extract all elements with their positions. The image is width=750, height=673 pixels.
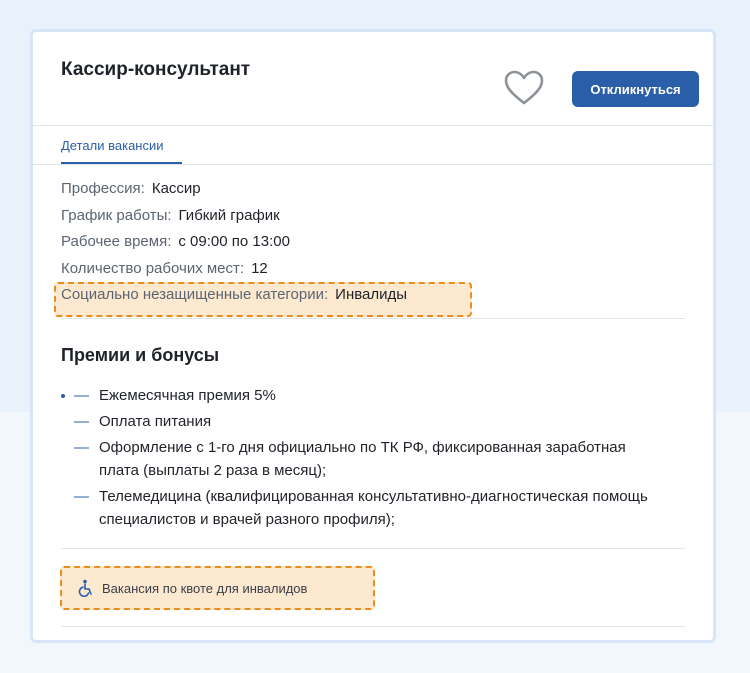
bonuses-heading: Премии и бонусы (61, 345, 220, 365)
detail-label: Рабочее время: (61, 233, 172, 250)
quota-badge-label: Вакансия по квоте для инвалидов (102, 580, 308, 596)
dash-marker: — (74, 387, 89, 404)
dash-marker: — (74, 413, 89, 430)
vacancy-card: Кассир-консультант Откликнуться Детали в… (30, 29, 716, 643)
wheelchair-icon (78, 579, 92, 597)
detail-row-positions: Количество рабочих мест: 12 (61, 260, 407, 287)
header-divider (33, 125, 713, 126)
bonus-text: Телемедицина (квалифицированная консульт… (99, 488, 648, 528)
detail-value: Кассир (151, 180, 201, 197)
details-divider (61, 318, 685, 319)
list-item: — Оплата питания (61, 410, 661, 433)
heart-icon[interactable] (503, 70, 545, 106)
list-item: — Оформление с 1-го дня официально по ТК… (61, 436, 661, 482)
quota-badge: Вакансия по квоте для инвалидов (68, 574, 355, 602)
bonus-text: Ежемесячная премия 5% (99, 387, 276, 404)
detail-row-social-category: Социально незащищенные категории: Инвалид… (61, 286, 407, 313)
tab-vacancy-details[interactable]: Детали вакансии (61, 138, 164, 153)
detail-label: Социально незащищенные категории: (61, 286, 329, 303)
bonus-text: Оплата питания (99, 413, 212, 430)
detail-label: График работы: (61, 206, 172, 224)
tabs-divider (33, 164, 713, 165)
detail-value: с 09:00 по 13:00 (178, 233, 290, 250)
apply-button[interactable]: Откликнуться (572, 71, 699, 107)
detail-value: Инвалиды (335, 286, 408, 303)
vacancy-details-list: Профессия: Кассир График работы: Гибкий гр… (61, 180, 407, 313)
detail-label: Количество рабочих мест: (61, 259, 245, 277)
dash-marker: — (74, 439, 89, 456)
bonus-text: Оформление с 1-го дня официально по ТК Р… (99, 439, 626, 479)
bullet-dot (61, 394, 65, 398)
detail-value: 12 (251, 259, 268, 277)
list-item: — Ежемесячная премия 5% (61, 384, 661, 407)
dash-marker: — (74, 488, 89, 505)
vacancy-title: Кассир-консультант (61, 59, 251, 80)
detail-label: Профессия: (61, 180, 145, 197)
detail-value: Гибкий график (178, 206, 280, 224)
list-item: — Телемедицина (квалифицированная консул… (61, 485, 661, 531)
detail-row-work-time: Рабочее время: с 09:00 по 13:00 (61, 233, 407, 260)
detail-row-profession: Профессия: Кассир (61, 180, 407, 207)
footer-divider (61, 626, 685, 627)
bonuses-divider (61, 548, 685, 549)
bonuses-list: — Ежемесячная премия 5% — Оплата питания… (61, 384, 661, 534)
detail-row-schedule: График работы: Гибкий график (61, 207, 407, 234)
